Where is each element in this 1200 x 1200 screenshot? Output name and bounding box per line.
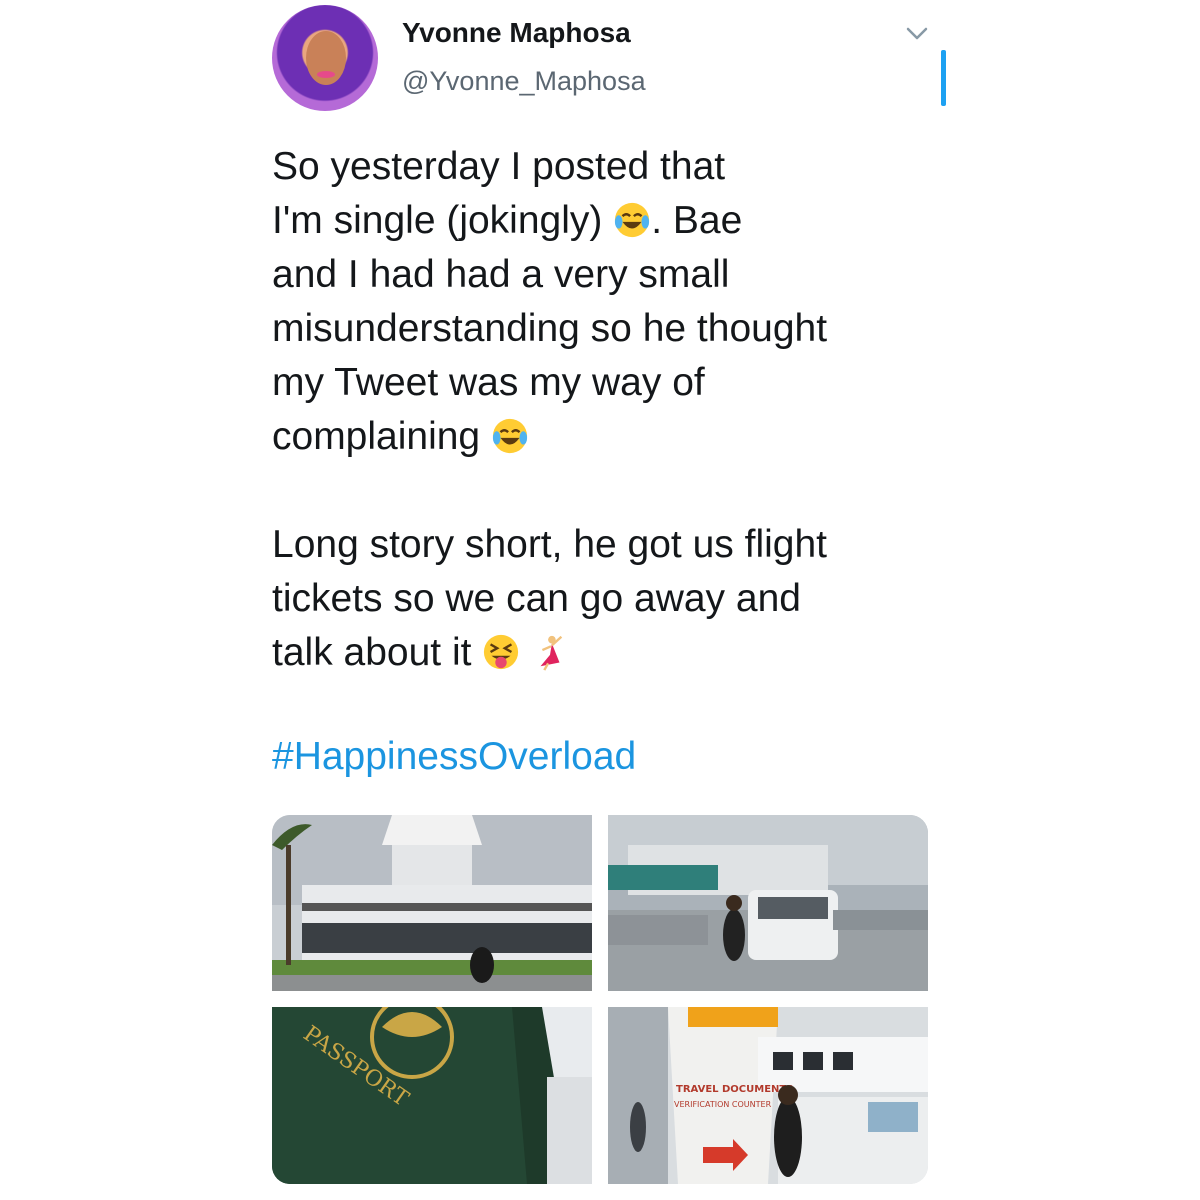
tweet-line: Long story short, he got us flight [272,523,827,566]
scrollbar-thumb[interactable] [941,50,946,106]
passport-photo: PASSPORT [272,1007,592,1184]
media-photo-passport[interactable]: PASSPORT [272,1007,592,1184]
tweet-line: complaining [272,415,491,458]
woman-dancing-icon [540,635,563,671]
tweet-line: tickets so we can go away and [272,577,801,620]
author-handle[interactable]: @Yvonne_Maphosa [402,66,646,97]
tweet-line: I'm single (jokingly) [272,199,614,242]
tweet-line: and I had had a very small [272,253,730,296]
avatar[interactable] [272,5,378,111]
avatar-lips [317,71,335,78]
parking-lot-photo [608,815,928,991]
media-photo-airport-terminal[interactable] [272,815,592,991]
author-display-name[interactable]: Yvonne Maphosa [402,17,631,49]
tweet-line: . Bae [651,199,743,242]
chevron-down-icon[interactable] [903,24,931,44]
tweet-line: my Tweet was my way of [272,361,705,404]
airport-terminal-photo [272,815,592,991]
face-with-tears-of-joy-icon [615,202,650,238]
media-grid: PASSPORT TRAVEL DOCUMENTS VERIFICATION C… [272,815,928,1184]
hashtag-link[interactable]: #HappinessOverload [272,730,636,784]
tweet-line: So yesterday I posted that [272,145,726,188]
tweet-line: misunderstanding so he thought [272,307,828,350]
counter-sign-text-1: TRAVEL DOCUMENTS [676,1084,793,1095]
check-in-counter-photo: TRAVEL DOCUMENTS VERIFICATION COUNTER [608,1007,928,1184]
media-photo-check-in-counter[interactable]: TRAVEL DOCUMENTS VERIFICATION COUNTER [608,1007,928,1184]
tweet-text: So yesterday I posted that I'm single (j… [272,140,952,680]
squinting-face-with-tongue-icon [484,634,519,670]
counter-sign-text-2: VERIFICATION COUNTER [674,1100,772,1109]
media-photo-parking-lot[interactable] [608,815,928,991]
tweet-line: talk about it [272,631,483,674]
face-with-tears-of-joy-icon [492,418,528,454]
